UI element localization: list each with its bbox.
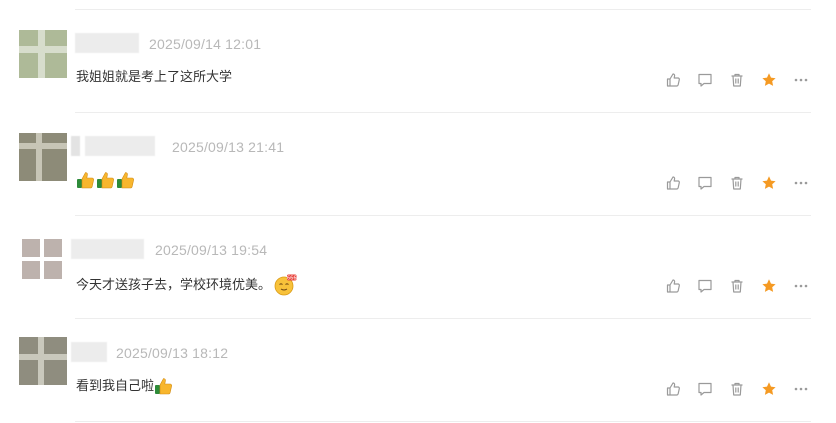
username-redacted[interactable] [71,239,144,259]
like-button[interactable] [664,174,682,192]
like-icon [666,382,680,396]
avatar[interactable] [19,133,67,181]
avatar[interactable] [19,30,67,78]
comment-text-content: 看到我自己啦 [76,378,155,393]
like-button[interactable] [664,71,682,89]
delete-icon [731,176,743,190]
delete-button[interactable] [728,174,746,192]
reply-icon [698,279,712,293]
delete-icon [731,73,743,87]
like-icon [666,73,680,87]
comment-text: 我姐姐就是考上了这所大学 [76,67,232,87]
star-button[interactable] [760,174,778,192]
like-button[interactable] [664,380,682,398]
comment-item: 2025/09/13 21:41 [0,113,811,216]
comment-text: 看到我自己啦 [76,376,174,396]
reply-icon [698,382,712,396]
comment-timestamp: 2025/09/14 12:01 [149,36,262,52]
comment-text [76,170,136,190]
star-button[interactable] [760,277,778,295]
username-redacted[interactable] [71,136,155,156]
comment-item: 2025/09/14 12:01 我姐姐就是考上了这所大学 [0,10,811,113]
thumbs-up-icon [117,172,134,189]
comment-timestamp: 2025/09/13 19:54 [155,242,268,258]
username-redacted[interactable] [75,33,139,53]
delete-button[interactable] [728,380,746,398]
comment-text-content: 我姐姐就是考上了这所大学 [76,69,233,84]
thumbs-up-icon [77,172,94,189]
comment-text: 今天才送孩子去，学校环境优美。 666 [76,273,297,297]
comment-timestamp: 2025/09/13 21:41 [172,139,285,155]
reply-button[interactable] [696,380,714,398]
like-icon [666,176,680,190]
comment-text-content: 今天才送孩子去，学校环境优美。 [76,277,272,292]
reply-button[interactable] [696,277,714,295]
comment-item: 2025/09/13 19:54 今天才送孩子去，学校环境优美。 666 [0,216,811,319]
svg-text:666: 666 [287,275,297,281]
like-button[interactable] [664,277,682,295]
avatar[interactable] [19,337,67,385]
star-icon [762,382,776,395]
more-icon [794,284,808,288]
comment-item: 2025/09/13 18:12 看到我自己啦 [0,319,811,422]
comment-actions [664,71,810,89]
reply-button[interactable] [696,174,714,192]
reply-button[interactable] [696,71,714,89]
more-icon [794,78,808,82]
reply-icon [698,73,712,87]
star-icon [762,279,776,292]
more-button[interactable] [792,174,810,192]
more-button[interactable] [792,380,810,398]
delete-icon [731,382,743,396]
star-button[interactable] [760,380,778,398]
more-button[interactable] [792,71,810,89]
star-button[interactable] [760,71,778,89]
like-icon [666,279,680,293]
more-icon [794,387,808,391]
thumbs-up-icon [155,378,172,395]
reply-icon [698,176,712,190]
comment-actions [664,380,810,398]
delete-button[interactable] [728,71,746,89]
comment-divider [75,421,811,422]
avatar[interactable] [19,236,67,284]
thumbs-up-icon [97,172,114,189]
star-icon [762,73,776,86]
more-button[interactable] [792,277,810,295]
comment-timestamp: 2025/09/13 18:12 [116,345,229,361]
delete-button[interactable] [728,277,746,295]
delete-icon [731,279,743,293]
more-icon [794,181,808,185]
star-icon [762,176,776,189]
comment-actions [664,174,810,192]
username-redacted[interactable] [71,342,107,362]
comment-actions [664,277,810,295]
face-666-icon: 666 [274,274,297,296]
